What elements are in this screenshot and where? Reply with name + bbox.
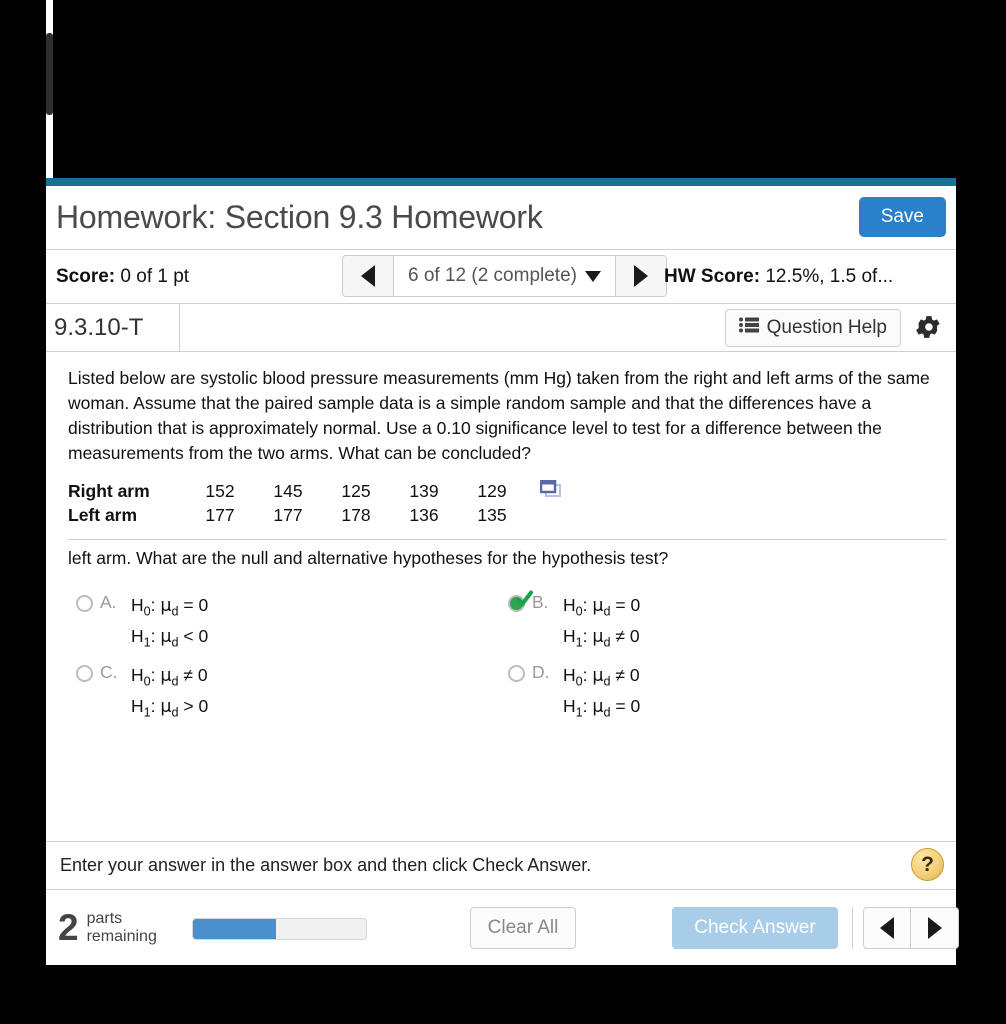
- choice-c[interactable]: C. H0: μd ≠ 0 H1: μd > 0: [76, 661, 208, 723]
- question-id-bar: 9.3.10-T Question Help: [46, 304, 956, 352]
- footer-next-button[interactable]: [911, 907, 959, 949]
- radio-a[interactable]: [76, 595, 93, 613]
- question-selector[interactable]: 6 of 12 (2 complete): [393, 256, 616, 296]
- page-title: Homework: Section 9.3 Homework: [56, 199, 543, 235]
- radio-d[interactable]: [508, 665, 525, 683]
- choice-letter-c: C.: [100, 662, 118, 683]
- h1-line-d: H1: μd = 0: [563, 696, 641, 720]
- popout-window-icon[interactable]: [539, 480, 562, 503]
- parts-words: parts remaining: [87, 910, 157, 946]
- measurement-table: Right arm 152 145 125 139 129 Left arm 1…: [68, 479, 936, 527]
- footer-navigation: [852, 907, 959, 949]
- question-help-label: Question Help: [766, 317, 887, 338]
- cell-value: 178: [341, 505, 371, 526]
- scrollbar-thumb[interactable]: [46, 33, 53, 115]
- question-prompt: Listed below are systolic blood pressure…: [68, 368, 930, 463]
- choice-a-hypotheses: H0: μd = 0 H1: μd < 0: [131, 591, 208, 653]
- score-bar: Score: 0 of 1 pt 6 of 12 (2 complete) HW…: [46, 250, 956, 304]
- question-selector-label: 6 of 12 (2 complete): [408, 265, 577, 286]
- question-prompt-continued: left arm. What are the null and alternat…: [68, 548, 669, 569]
- question-id: 9.3.10-T: [46, 304, 180, 351]
- parts-line-1: parts: [86, 909, 123, 927]
- choice-c-hypotheses: H0: μd ≠ 0 H1: μd > 0: [131, 661, 208, 723]
- choice-letter-a: A.: [100, 592, 117, 613]
- radio-c[interactable]: [76, 665, 93, 683]
- cell-value: 135: [477, 505, 507, 526]
- choice-d-hypotheses: H0: μd ≠ 0 H1: μd = 0: [563, 661, 640, 723]
- checkmark-icon: [516, 590, 533, 607]
- cell-value: 145: [273, 481, 303, 502]
- cell-value: 139: [409, 481, 439, 502]
- list-icon: [738, 317, 759, 339]
- question-navigator: 6 of 12 (2 complete): [342, 255, 667, 297]
- score-display: Score: 0 of 1 pt: [56, 266, 189, 288]
- h1-line-a: H1: μd < 0: [131, 626, 209, 650]
- instruction-bar: Enter your answer in the answer box and …: [46, 841, 956, 889]
- score-value: 0 of 1 pt: [120, 265, 190, 287]
- gear-icon: [916, 314, 942, 343]
- h0-line-c: H0: μd ≠ 0: [131, 665, 208, 689]
- cell-value: 152: [205, 481, 235, 502]
- cell-value: 129: [477, 481, 507, 502]
- cell-value: 177: [273, 505, 303, 526]
- homework-panel: Homework: Section 9.3 Homework Save Scor…: [46, 178, 959, 965]
- prev-question-button[interactable]: [343, 256, 393, 296]
- triangle-left-icon: [880, 917, 894, 939]
- triangle-right-icon: [927, 917, 942, 939]
- row-label: Left arm: [68, 505, 138, 526]
- caret-down-icon: [584, 270, 601, 282]
- clear-all-button[interactable]: Clear All: [470, 907, 576, 949]
- question-body: Listed below are systolic blood pressure…: [46, 352, 956, 841]
- hw-score-label: HW Score:: [664, 265, 761, 287]
- triangle-left-icon: [361, 265, 375, 287]
- empty-cell: [526, 504, 562, 527]
- choice-letter-b: B.: [532, 592, 549, 613]
- popout-cell: [526, 479, 562, 504]
- next-question-button[interactable]: [615, 256, 666, 296]
- triangle-right-icon: [633, 265, 648, 287]
- footer-prev-button[interactable]: [863, 907, 911, 949]
- help-circle-icon[interactable]: ?: [911, 848, 944, 881]
- h1-line-b: H1: μd ≠ 0: [563, 626, 640, 650]
- question-help-button[interactable]: Question Help: [724, 309, 901, 347]
- row-label: Right arm: [68, 481, 150, 502]
- choice-a[interactable]: A. H0: μd = 0 H1: μd < 0: [76, 591, 208, 653]
- title-bar: Homework: Section 9.3 Homework Save: [46, 186, 956, 250]
- check-answer-button[interactable]: Check Answer: [672, 907, 838, 949]
- parts-remaining: 2 parts remaining: [58, 909, 157, 946]
- table-row: Left arm 177 177 178 136 135: [68, 504, 562, 527]
- choice-b[interactable]: B. H0: μd = 0 H1: μd ≠ 0: [508, 590, 640, 653]
- cell-value: 125: [341, 481, 371, 502]
- score-label: Score:: [56, 265, 116, 287]
- choice-b-hypotheses: H0: μd = 0 H1: μd ≠ 0: [563, 591, 640, 653]
- h0-line-b: H0: μd = 0: [563, 595, 641, 619]
- screen: Homework: Section 9.3 Homework Save Scor…: [0, 0, 1006, 1024]
- hw-score-display: HW Score: 12.5%, 1.5 of...: [664, 266, 893, 288]
- parts-count: 2: [58, 907, 79, 948]
- progress-bar: [192, 918, 367, 940]
- save-button[interactable]: Save: [858, 197, 946, 237]
- parts-line-2: remaining: [86, 927, 157, 945]
- settings-button[interactable]: [912, 311, 946, 345]
- h0-line-a: H0: μd = 0: [131, 595, 209, 619]
- radio-b[interactable]: [508, 590, 533, 613]
- instruction-text: Enter your answer in the answer box and …: [60, 855, 592, 875]
- table-row: Right arm 152 145 125 139 129: [68, 479, 562, 504]
- section-divider: [68, 539, 946, 541]
- choice-letter-d: D.: [532, 662, 550, 683]
- cell-value: 136: [409, 505, 439, 526]
- hw-score-value: 12.5%, 1.5 of...: [765, 265, 894, 287]
- choice-d[interactable]: D. H0: μd ≠ 0 H1: μd = 0: [508, 661, 640, 723]
- progress-bar-fill: [193, 919, 277, 939]
- cell-value: 177: [205, 505, 235, 526]
- footer-bar: 2 parts remaining Clear All Check Answer: [46, 889, 959, 965]
- h0-line-d: H0: μd ≠ 0: [563, 665, 640, 689]
- h1-line-c: H1: μd > 0: [131, 696, 209, 720]
